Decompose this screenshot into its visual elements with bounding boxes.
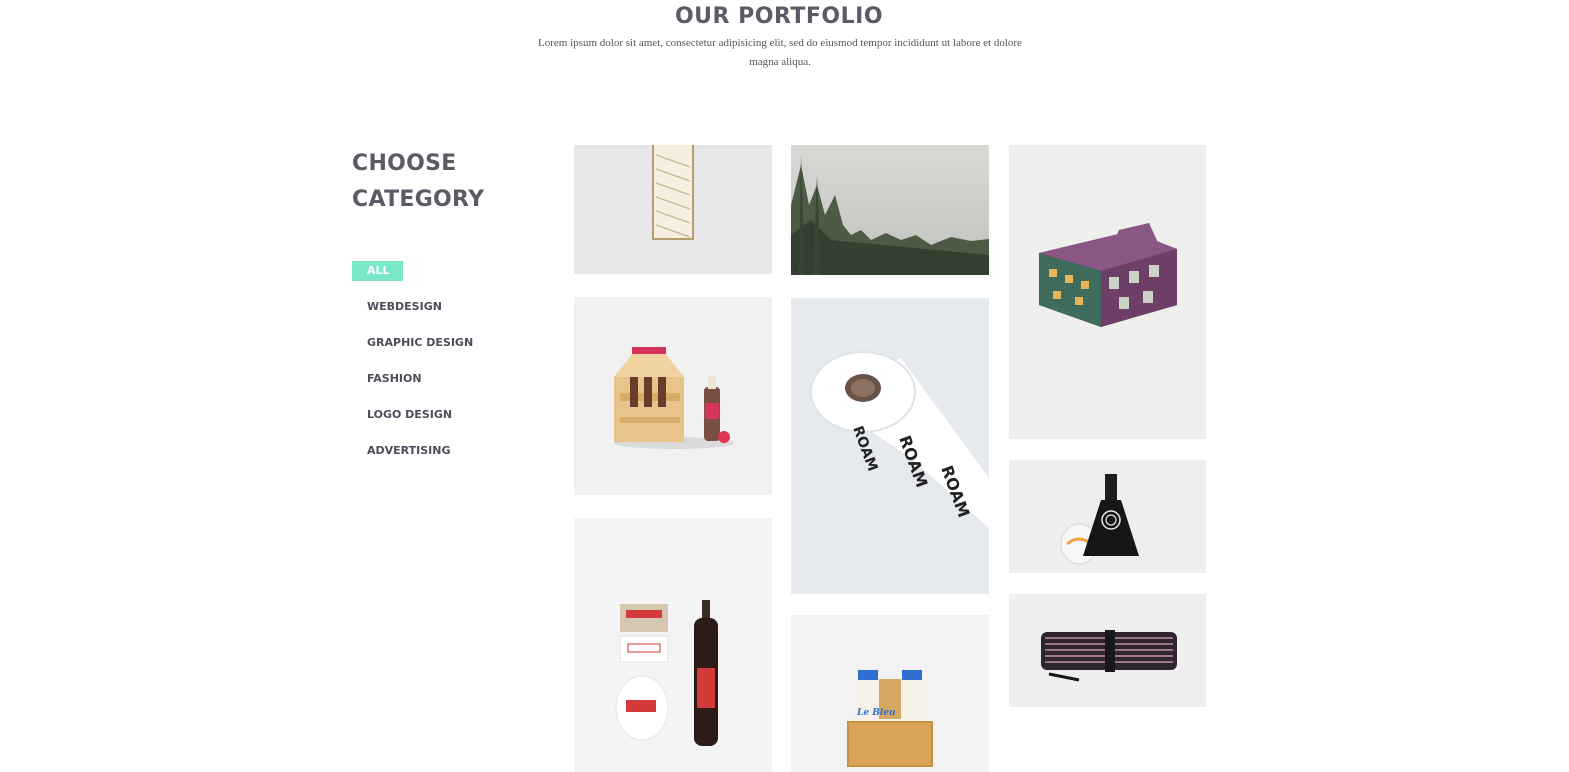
category-filter-label: ALL xyxy=(352,261,403,281)
pencils-mockup xyxy=(1009,594,1206,707)
gift-box-mockup xyxy=(1009,145,1206,439)
category-filter-label: WEBDESIGN xyxy=(367,300,442,313)
page-title: OUR PORTFOLIO xyxy=(0,4,1558,29)
page-subtitle: Lorem ipsum dolor sit amet, consectetur … xyxy=(538,37,1022,68)
category-filter-webdesign[interactable]: WEBDESIGN xyxy=(352,297,488,333)
staircase-photo xyxy=(574,145,772,274)
portfolio-item-pencils[interactable] xyxy=(1009,594,1206,707)
category-filter-list: ALL WEBDESIGN GRAPHIC DESIGN FASHION LOG… xyxy=(352,261,488,477)
category-filter-graphic-design[interactable]: GRAPHIC DESIGN xyxy=(352,333,488,369)
portfolio-item-staircase[interactable] xyxy=(574,145,772,274)
category-filter-fashion[interactable]: FASHION xyxy=(352,369,488,405)
black-bottle-mockup xyxy=(1009,460,1206,573)
title-rest: PORTFOLIO xyxy=(729,4,884,29)
roam-tape-mockup: ROAM ROAM ROAM xyxy=(791,298,989,594)
portfolio-item-roam-tape[interactable]: ROAM ROAM ROAM xyxy=(791,298,989,594)
le-bleu-label: Le Bleu xyxy=(856,708,896,718)
portfolio-item-forest[interactable] xyxy=(791,145,989,275)
category-filter-logo-design[interactable]: LOGO DESIGN xyxy=(352,405,488,441)
category-filter-label: GRAPHIC DESIGN xyxy=(367,336,474,349)
category-filter-all[interactable]: ALL xyxy=(352,261,488,297)
category-heading-line2: CATEGORY xyxy=(352,187,485,212)
category-filter-label: FASHION xyxy=(367,372,422,385)
foggy-forest-photo xyxy=(791,145,989,275)
portfolio-item-black-bottle[interactable] xyxy=(1009,460,1206,573)
beer-branding-mockup xyxy=(574,518,772,772)
bottle-carrier-mockup xyxy=(574,297,772,495)
category-heading-line1: CHOOSE xyxy=(352,151,457,176)
category-filter-label: ADVERTISING xyxy=(367,444,451,457)
category-filter-label: LOGO DESIGN xyxy=(367,408,453,421)
portfolio-item-beer-branding[interactable] xyxy=(574,518,772,772)
milk-crate-mockup: Le Bleu xyxy=(791,615,989,772)
category-filter-advertising[interactable]: ADVERTISING xyxy=(352,441,488,477)
portfolio-item-gift-box[interactable] xyxy=(1009,145,1206,439)
category-heading: CHOOSE CATEGORY xyxy=(352,146,484,218)
portfolio-item-bottle-carrier[interactable] xyxy=(574,297,772,495)
title-highlight: OUR xyxy=(674,4,730,29)
portfolio-item-milk-crate[interactable]: Le Bleu xyxy=(791,615,989,772)
